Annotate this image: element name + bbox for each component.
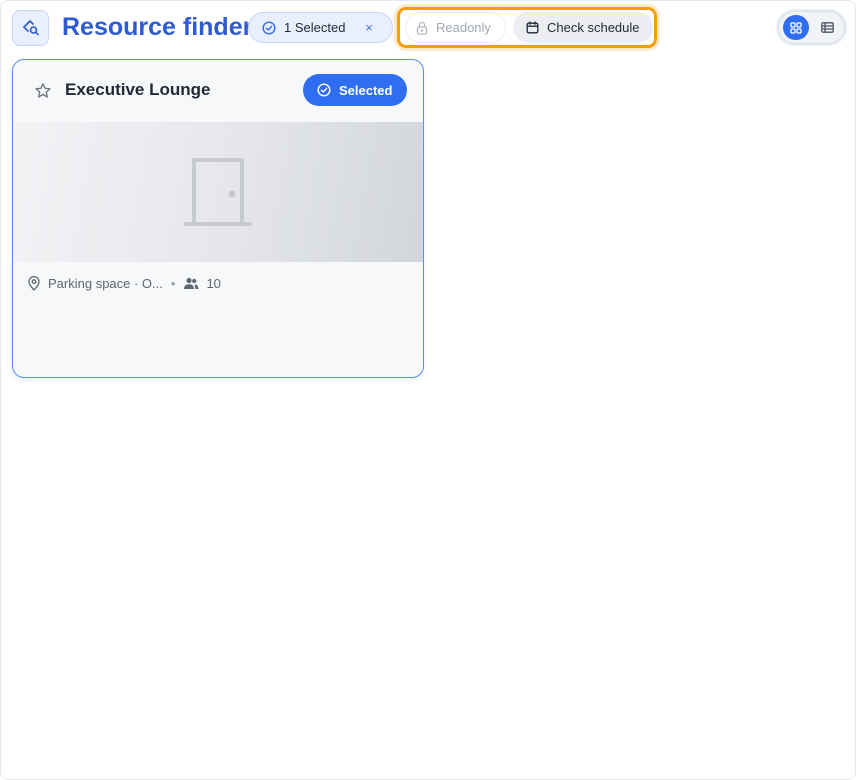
check-schedule-button[interactable]: Check schedule: [513, 12, 653, 43]
card-title: Executive Lounge: [65, 80, 211, 99]
check-schedule-label: Check schedule: [547, 20, 640, 35]
list-icon: [820, 22, 834, 33]
card-meta: Parking space · O... • 10: [27, 274, 221, 292]
lock-icon: [416, 21, 428, 35]
readonly-button[interactable]: Readonly: [405, 12, 506, 43]
card-location: Parking space · O...: [48, 275, 163, 291]
card-header: Executive Lounge Selected: [13, 60, 423, 122]
clear-selection-icon[interactable]: ×: [362, 20, 376, 35]
check-circle-icon: [317, 83, 331, 97]
star-icon[interactable]: [34, 82, 52, 100]
users-icon: [184, 277, 199, 289]
view-toggle: [778, 11, 845, 44]
page-title: Resource finder: [62, 13, 253, 41]
meta-separator: •: [170, 275, 176, 291]
search-map-icon: [22, 20, 39, 36]
map-pin-icon: [28, 275, 40, 291]
door-icon: [184, 158, 252, 226]
grid-view-button[interactable]: [783, 15, 809, 40]
selected-badge-button[interactable]: Selected: [303, 74, 407, 106]
app-logo[interactable]: [12, 10, 49, 46]
readonly-button-label: Readonly: [436, 20, 491, 35]
card-capacity: 10: [206, 275, 221, 291]
resource-card[interactable]: Executive Lounge Selected Parking space …: [12, 59, 424, 378]
card-image-placeholder: [13, 122, 423, 262]
list-view-button[interactable]: [814, 15, 840, 40]
calendar-icon: [526, 21, 539, 34]
grid-icon: [790, 21, 802, 34]
selected-badge-label: Selected: [339, 82, 393, 98]
selection-chip[interactable]: 1 Selected ×: [248, 12, 393, 43]
check-circle-icon: [262, 20, 276, 35]
selection-chip-label: 1 Selected: [284, 20, 346, 35]
